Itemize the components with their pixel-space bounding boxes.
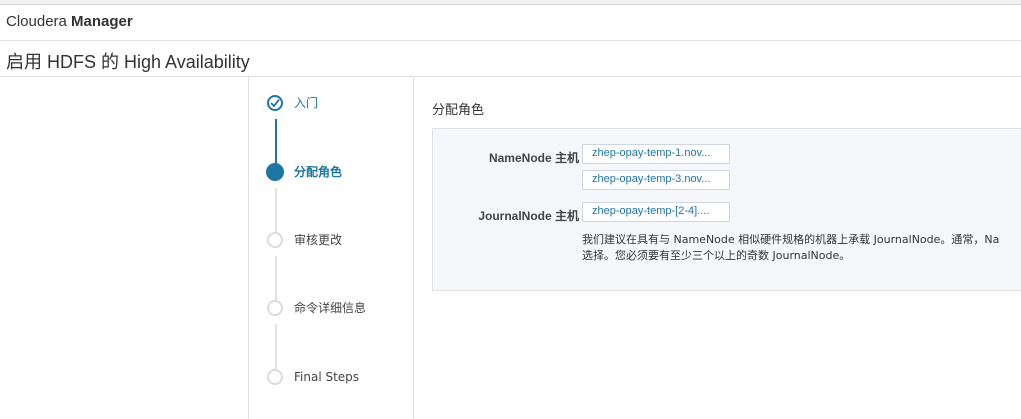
brand-name-part1: Cloudera (6, 13, 67, 30)
brand-logo[interactable]: Cloudera Manager (6, 13, 133, 30)
namenode-host-select-2[interactable]: zhep-opay-temp-3.nov... (582, 170, 730, 190)
main-content: 分配角色 NameNode 主机 zhep-opay-temp-1.nov...… (414, 77, 1021, 419)
hint-line: 选择。您必须要有至少三个以上的奇数 JournalNode。 (582, 249, 851, 262)
left-pane (0, 77, 249, 419)
active-step-icon (266, 163, 284, 181)
step-label: 命令详细信息 (294, 301, 367, 315)
step-label: Final Steps (294, 370, 360, 384)
brand-bar: Cloudera Manager (0, 5, 1021, 41)
pending-step-icon (267, 232, 283, 248)
brand-name-part2: Manager (71, 13, 133, 30)
pending-step-icon (267, 300, 283, 316)
assign-roles-panel: NameNode 主机 zhep-opay-temp-1.nov... zhep… (432, 128, 1021, 291)
check-circle-icon (267, 95, 283, 111)
journalnode-host-label: JournalNode 主机 (478, 209, 579, 223)
page-title: 启用 HDFS 的 High Availability (6, 52, 250, 72)
step-label: 审核更改 (294, 233, 343, 247)
step-label: 分配角色 (294, 165, 343, 179)
journalnode-host-select[interactable]: zhep-opay-temp-[2-4].... (582, 202, 730, 222)
namenode-host-label: NameNode 主机 (488, 151, 579, 165)
namenode-host-select-1[interactable]: zhep-opay-temp-1.nov... (582, 144, 730, 164)
hint-line: 我们建议在具有与 NameNode 相似硬件规格的机器上承载 JournalNo… (582, 233, 1000, 246)
journalnode-hint: 我们建议在具有与 NameNode 相似硬件规格的机器上承载 JournalNo… (582, 232, 1021, 264)
section-title: 分配角色 (432, 103, 485, 118)
pending-step-icon (267, 369, 283, 385)
title-bar: 启用 HDFS 的 High Availability (0, 41, 1021, 77)
step-label: 入门 (294, 96, 319, 110)
wizard-steps: 入门 分配角色 审核更改 命令详细信息 Final Steps (249, 77, 414, 419)
